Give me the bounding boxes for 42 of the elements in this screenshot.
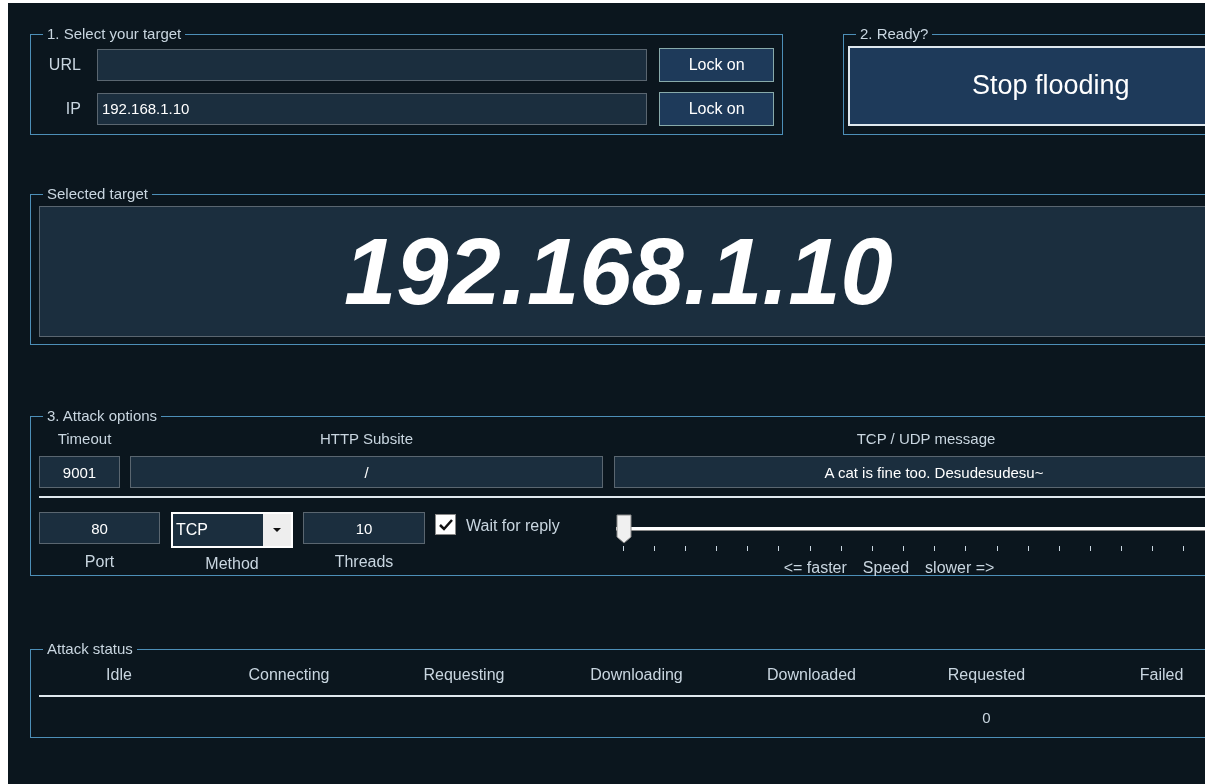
wait-checkbox[interactable] [435,514,456,535]
status-count: 0 [982,708,991,726]
status-column-header: Idle [105,664,133,685]
threads-label: Threads [334,552,394,572]
stop-flooding-button[interactable]: Stop flooding [848,45,1205,126]
url-label: URL [47,54,82,75]
ip-field[interactable]: 192.168.1.10 [96,92,648,125]
lock-on-button[interactable]: Lock on [659,47,774,82]
ip-label: IP [64,98,82,119]
port-label: Port [84,552,115,572]
caret-icon [273,528,281,532]
speed-slider[interactable] [615,512,1205,552]
group-title: Attack status [46,639,134,659]
slider-thumb[interactable] [615,514,632,544]
group-title: 3. Attack options [46,406,159,426]
target-display: 192.168.1.10 [39,205,1205,337]
slower-label: slower => [925,558,995,578]
url-field[interactable] [96,48,648,81]
subsite-field[interactable]: / [130,456,603,488]
method-label: Method [205,554,259,574]
timeout-label: Timeout [56,428,113,449]
lock-on-button[interactable]: Lock on [659,91,774,126]
message-field[interactable]: A cat is fine too. Desudesudesu~ [614,456,1205,488]
threads-field[interactable]: 10 [303,512,425,544]
group-title: 1. Select your target [46,24,183,44]
timeout-field[interactable]: 9001 [39,456,120,488]
status-column-header: Connecting [247,664,331,685]
group-title: Selected target [46,184,149,204]
port-field[interactable]: 80 [39,512,160,544]
check-icon [438,518,453,531]
group-title: 2. Ready? [859,24,930,44]
message-label: TCP / UDP message [855,428,997,449]
speed-label: Speed [862,558,910,578]
faster-label: <= faster [783,558,847,578]
status-column-header: Downloading [589,664,684,685]
status-column-header: Requested [946,664,1027,685]
wait-label: Wait for reply [466,516,560,536]
status-column-header: Failed [1138,664,1185,685]
status-column-header: Requesting [422,664,506,685]
subsite-label: HTTP Subsite [318,428,415,449]
status-column-header: Downloaded [766,664,857,685]
method-dropdown[interactable]: TCP [171,512,293,548]
